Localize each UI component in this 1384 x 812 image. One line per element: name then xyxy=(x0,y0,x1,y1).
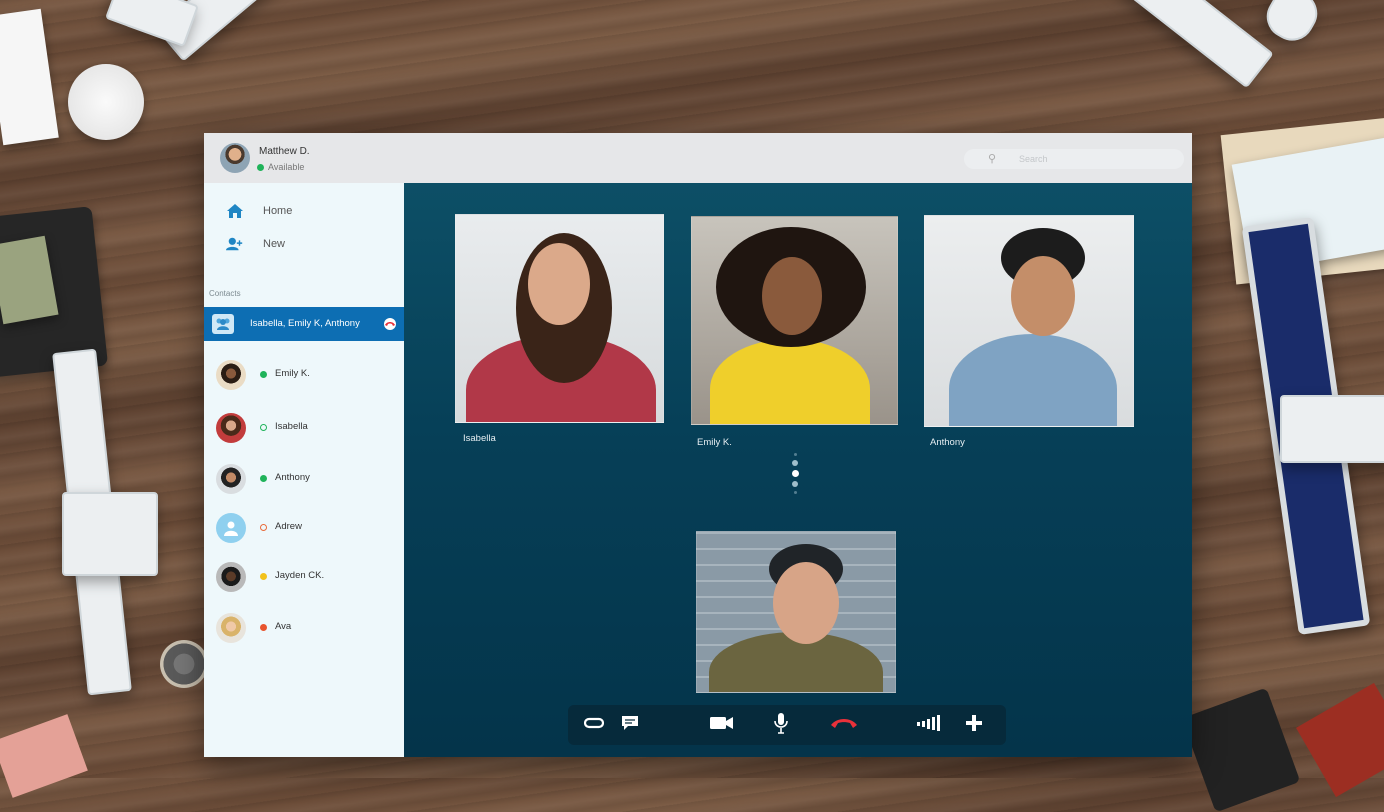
carousel-indicator[interactable] xyxy=(790,453,800,513)
contact-name: Ava xyxy=(275,621,292,632)
desk-tablet xyxy=(0,8,59,146)
status-dot xyxy=(260,573,267,580)
search-box[interactable]: ⚲ xyxy=(964,149,1184,169)
link-icon xyxy=(583,716,605,734)
desk-plant xyxy=(160,640,208,688)
user-status-dot xyxy=(257,164,264,171)
desk-book-bottom-left xyxy=(0,714,88,798)
end-call-icon xyxy=(830,716,858,734)
desk-monitor-top-right xyxy=(1070,0,1274,89)
contact-name: Isabella xyxy=(275,421,308,432)
desk-book-bottom-right xyxy=(1296,682,1384,798)
add-icon xyxy=(965,714,983,737)
desk-monitor-left-stand xyxy=(62,492,158,576)
add-participant-button[interactable] xyxy=(960,713,988,737)
mute-button[interactable] xyxy=(767,712,795,739)
user-avatar[interactable] xyxy=(220,143,250,173)
participant-face xyxy=(1011,256,1075,336)
participant-face xyxy=(773,562,839,644)
contact-isabella[interactable]: Isabella xyxy=(204,408,404,448)
sidebar: Home New Contacts Isabella, Emily K, Ant… xyxy=(204,183,404,757)
contact-emily-k[interactable]: Emily K. xyxy=(204,355,404,395)
video-button[interactable] xyxy=(708,713,736,737)
call-area: Isabella Emily K. Anthony xyxy=(404,183,1192,757)
search-icon: ⚲ xyxy=(988,153,997,165)
avatar xyxy=(216,464,246,494)
pager-dot[interactable] xyxy=(793,491,797,494)
status-dot xyxy=(260,624,267,631)
nav-new-label: New xyxy=(263,238,286,250)
desk-cup xyxy=(68,64,144,140)
contact-ava[interactable]: Ava xyxy=(204,608,404,648)
contact-anthony[interactable]: Anthony xyxy=(204,459,404,499)
chat-icon xyxy=(620,714,640,737)
contact-name: Anthony xyxy=(275,472,310,483)
pager-dot[interactable] xyxy=(792,460,798,466)
call-controls-bar xyxy=(568,705,1006,745)
video-tile-anthony[interactable] xyxy=(924,215,1134,427)
avatar xyxy=(216,413,246,443)
group-call-icon xyxy=(212,314,234,334)
contact-jayden-ck[interactable]: Jayden CK. xyxy=(204,557,404,597)
video-call-app-window: Matthew D. Available ⚲ Home New Contacts… xyxy=(204,133,1192,757)
hang-up-icon[interactable] xyxy=(384,318,396,330)
status-dot xyxy=(260,475,267,482)
pager-dot[interactable] xyxy=(792,481,798,487)
add-user-icon xyxy=(226,235,244,253)
desk-monitor-right-stand xyxy=(1280,395,1384,463)
default-avatar-icon xyxy=(216,513,246,543)
participant-body xyxy=(710,339,870,424)
status-dot xyxy=(260,371,267,378)
nav-new[interactable]: New xyxy=(226,234,285,254)
desk-keyboard xyxy=(105,0,199,48)
status-dot xyxy=(260,424,267,431)
status-dot xyxy=(260,524,267,531)
nav-home-label: Home xyxy=(263,205,293,217)
video-tile-isabella[interactable] xyxy=(455,214,664,423)
avatar xyxy=(216,613,246,643)
video-tile-emily-k[interactable] xyxy=(691,216,898,425)
desk-mouse xyxy=(1258,0,1326,49)
chat-button[interactable] xyxy=(616,713,644,737)
pager-dot-active[interactable] xyxy=(791,470,799,477)
contact-name: Emily K. xyxy=(275,368,310,379)
signal-icon xyxy=(917,714,943,737)
participant-face xyxy=(762,257,822,335)
participant-face xyxy=(528,243,590,325)
active-call-label: Isabella, Emily K, Anthony xyxy=(250,318,360,329)
desk-laptop-bottom-right xyxy=(1181,687,1301,812)
link-button[interactable] xyxy=(580,713,608,737)
avatar xyxy=(216,360,246,390)
video-camera-icon xyxy=(710,716,734,735)
participant-body xyxy=(949,334,1117,426)
search-input[interactable] xyxy=(1019,152,1169,166)
contact-name: Adrew xyxy=(275,521,302,532)
user-status: Available xyxy=(268,162,305,172)
signal-button[interactable] xyxy=(916,713,944,737)
pager-dot[interactable] xyxy=(793,453,797,456)
contact-name: Jayden CK. xyxy=(275,570,325,581)
avatar xyxy=(216,562,246,592)
nav-home[interactable]: Home xyxy=(226,201,292,221)
participant-name-isabella: Isabella xyxy=(463,433,496,444)
contacts-heading: Contacts xyxy=(209,289,241,298)
self-video-tile[interactable] xyxy=(696,531,896,693)
end-call-button[interactable] xyxy=(828,713,860,737)
user-name: Matthew D. xyxy=(259,146,310,157)
participant-name-anthony: Anthony xyxy=(930,437,965,448)
microphone-icon xyxy=(774,712,788,739)
active-call-row[interactable]: Isabella, Emily K, Anthony xyxy=(204,307,404,341)
home-icon xyxy=(226,202,244,220)
contact-adrew[interactable]: Adrew xyxy=(204,508,404,548)
top-bar: Matthew D. Available ⚲ xyxy=(204,133,1192,183)
participant-name-emily-k: Emily K. xyxy=(697,437,732,448)
